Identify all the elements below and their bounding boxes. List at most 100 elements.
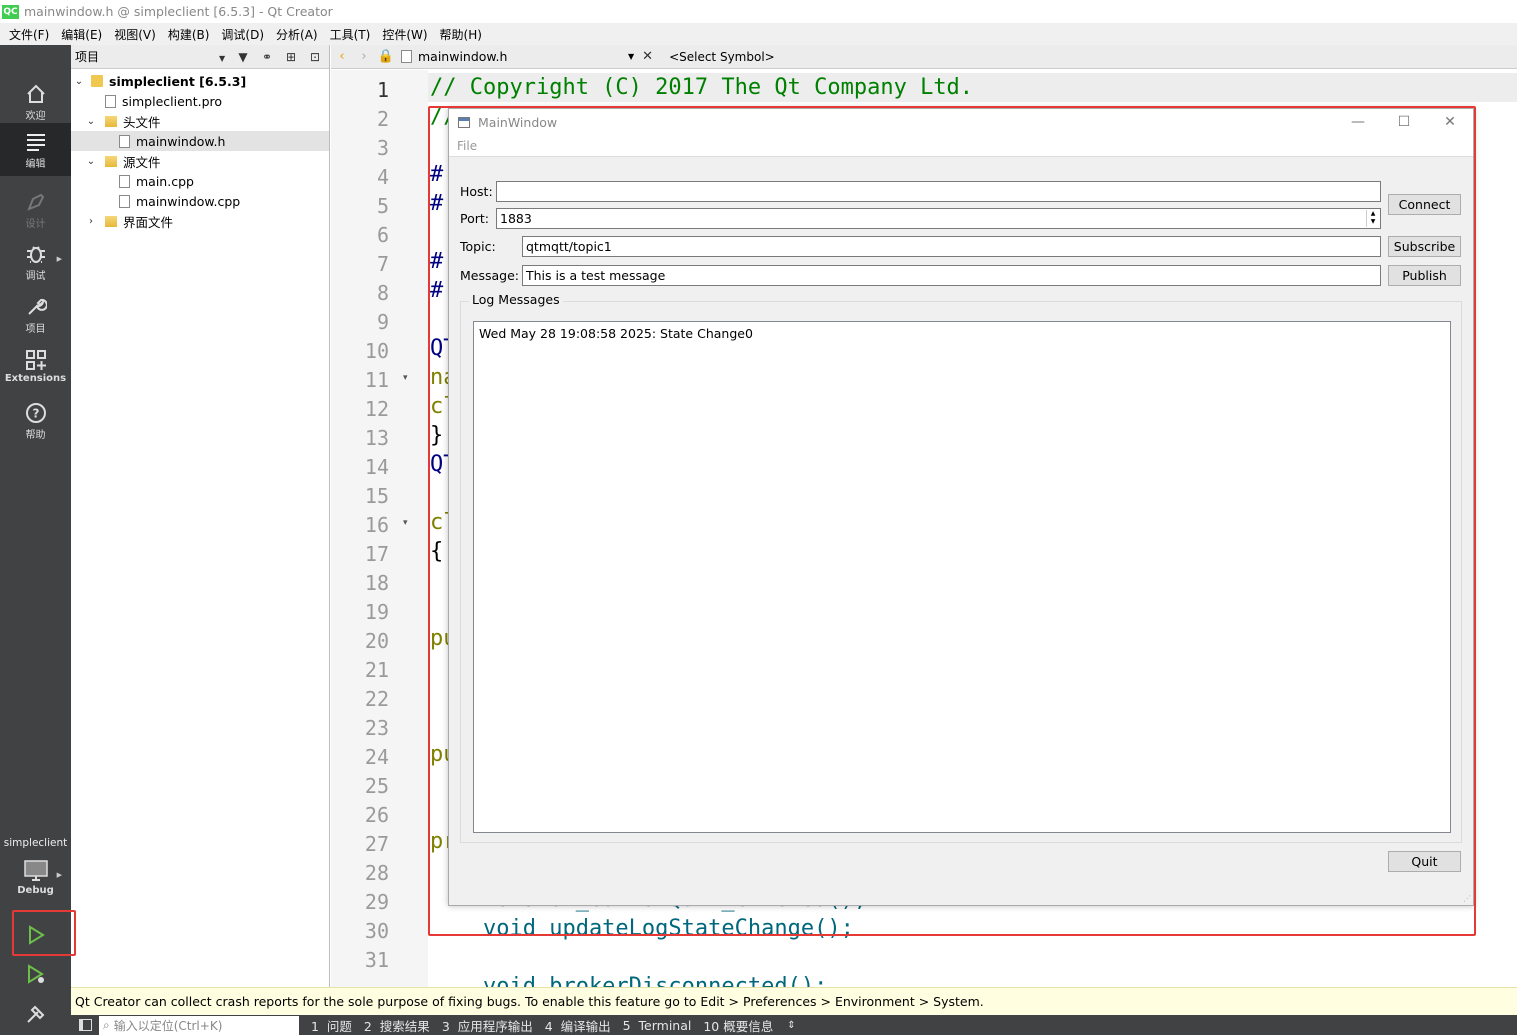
close-icon[interactable]: ✕ [642, 49, 653, 64]
line-number: 23 [364, 716, 389, 740]
mode-welcome[interactable]: 欢迎 [0, 75, 71, 125]
line-number: 29 [364, 890, 389, 914]
symbol-selector[interactable]: <Select Symbol> [669, 50, 775, 64]
menu-file[interactable]: 文件(F) [3, 26, 55, 43]
line-number: 10 [364, 339, 389, 363]
line-number: 28 [364, 861, 389, 885]
mode-help[interactable]: ? 帮助 [0, 394, 71, 444]
line-number: 27 [364, 832, 389, 856]
line-number: 1 [376, 78, 389, 102]
project-view-combo[interactable]: 项目 ▼ [71, 48, 231, 65]
split-icon[interactable]: ⊞ [279, 46, 303, 68]
tree-item-headers[interactable]: ⌄ 头文件 [71, 111, 329, 131]
filter-icon[interactable]: ▼ [231, 46, 255, 68]
mode-design[interactable]: 设计 [0, 183, 71, 233]
menu-edit[interactable]: 编辑(E) [55, 26, 108, 43]
line-number: 2 [376, 107, 389, 131]
output-tab-terminal[interactable]: 5 Terminal [623, 1018, 692, 1033]
edit-icon [26, 134, 45, 151]
up-down-arrows-icon[interactable]: ⇕ [787, 1020, 795, 1031]
tree-item-forms[interactable]: › 界面文件 [71, 211, 329, 231]
output-tab-compile-output[interactable]: 4 编译输出 [545, 1016, 611, 1035]
link-icon[interactable]: ⚭ [255, 46, 279, 68]
annotation-highlight-box [428, 106, 1476, 936]
open-file-name[interactable]: mainwindow.h [418, 49, 628, 64]
tree-item-mainwindow-h[interactable]: mainwindow.h [71, 131, 329, 151]
line-number: 6 [376, 223, 389, 247]
mode-extensions[interactable]: Extensions [0, 341, 71, 391]
line-number: 19 [364, 600, 389, 624]
tree-item-pro-file-label: simpleclient.pro [122, 93, 223, 109]
project-panel: 项目 ▼ ▼ ⚭ ⊞ ⊡ ⌄ simpleclient [6.5.3] simp… [71, 45, 330, 987]
target-selector[interactable]: Debug ▶ [0, 851, 71, 903]
output-tab-search-results[interactable]: 2 搜索结果 [364, 1016, 430, 1035]
tree-item-sources[interactable]: ⌄ 源文件 [71, 151, 329, 171]
target-project-label: simpleclient [3, 837, 68, 849]
mode-design-label: 设计 [25, 219, 46, 230]
mode-debug[interactable]: 调试 ▶ [0, 235, 71, 285]
project-toolbar: 项目 ▼ ▼ ⚭ ⊞ ⊡ [71, 45, 329, 69]
menu-view[interactable]: 视图(V) [108, 26, 162, 43]
debug-run-button[interactable] [0, 958, 71, 998]
crash-report-info-bar: Qt Creator can collect crash reports for… [71, 987, 1517, 1015]
target-config-label: Debug [17, 885, 54, 896]
nav-back-icon[interactable]: ‹ [331, 49, 353, 64]
tree-item-pro-file[interactable]: simpleclient.pro [71, 91, 329, 111]
extensions-icon [25, 350, 46, 370]
line-number: 17 [364, 542, 389, 566]
project-tree: ⌄ simpleclient [6.5.3] simpleclient.pro … [71, 69, 329, 231]
tree-item-project[interactable]: ⌄ simpleclient [6.5.3] [71, 71, 329, 91]
folder-icon [105, 115, 117, 127]
folder-icon [105, 155, 117, 167]
mode-edit[interactable]: 编辑 [0, 123, 71, 176]
menu-tools[interactable]: 工具(T) [324, 26, 377, 43]
header-file-icon [401, 50, 412, 63]
line-number: 31 [364, 948, 389, 972]
chevron-down-icon: ▼ [219, 54, 226, 63]
close-pane-icon[interactable]: ⊡ [303, 46, 327, 68]
line-number: 12 [364, 397, 389, 421]
output-tab-issues[interactable]: 1 问题 [311, 1016, 352, 1035]
line-number: 11 [364, 368, 389, 392]
menu-build[interactable]: 构建(B) [162, 26, 216, 43]
mode-projects-label: 项目 [25, 324, 46, 335]
line-number: 8 [376, 281, 389, 305]
mode-debug-label: 调试 [25, 271, 46, 282]
menu-analyze[interactable]: 分析(A) [270, 26, 324, 43]
line-number: 16 [364, 513, 389, 537]
cpp-file-icon [119, 174, 130, 188]
design-icon [26, 193, 44, 211]
menu-help[interactable]: 帮助(H) [434, 26, 488, 43]
lock-icon: 🔒 [377, 49, 395, 64]
qt-creator-logo-icon: QC [2, 4, 19, 19]
output-tab-app-output[interactable]: 3 应用程序输出 [442, 1016, 533, 1035]
home-icon [26, 84, 45, 103]
expand-arrow-icon: ⌄ [86, 115, 96, 127]
line-number: 13 [364, 426, 389, 450]
expand-arrow-icon: ⌄ [74, 75, 84, 87]
debug-bug-icon [26, 246, 45, 263]
tree-item-mainwindow-cpp-label: mainwindow.cpp [136, 193, 241, 209]
line-number: 5 [376, 194, 389, 218]
fold-arrow-icon[interactable]: ▾ [403, 373, 408, 383]
build-button[interactable] [0, 998, 71, 1035]
chevron-down-icon[interactable]: ▼ [628, 52, 634, 61]
wrench-icon [27, 298, 47, 315]
menu-debug[interactable]: 调试(D) [215, 26, 270, 43]
tree-item-mainwindow-cpp[interactable]: mainwindow.cpp [71, 191, 329, 211]
header-file-icon [119, 134, 130, 148]
menu-window[interactable]: 控件(W) [376, 26, 433, 43]
mode-projects[interactable]: 项目 [0, 288, 71, 338]
output-tab-general-messages[interactable]: 10 概要信息 [703, 1016, 773, 1035]
toggle-sidebar-icon[interactable] [71, 1015, 99, 1035]
line-number: 21 [364, 658, 389, 682]
editor-toolbar: ‹ › 🔒 mainwindow.h ▼ ✕ <Select Symbol> [331, 45, 1517, 69]
nav-forward-icon[interactable]: › [353, 49, 375, 64]
tree-item-mainwindow-h-label: mainwindow.h [136, 133, 226, 149]
tree-item-main-cpp[interactable]: main.cpp [71, 171, 329, 191]
locator-input[interactable]: ⌕ 输入以定位(Ctrl+K) [99, 1015, 299, 1035]
fold-arrow-icon[interactable]: ▾ [403, 518, 408, 528]
locator-placeholder: 输入以定位(Ctrl+K) [113, 1018, 223, 1033]
tree-item-forms-label: 界面文件 [123, 214, 174, 230]
line-number: 24 [364, 745, 389, 769]
